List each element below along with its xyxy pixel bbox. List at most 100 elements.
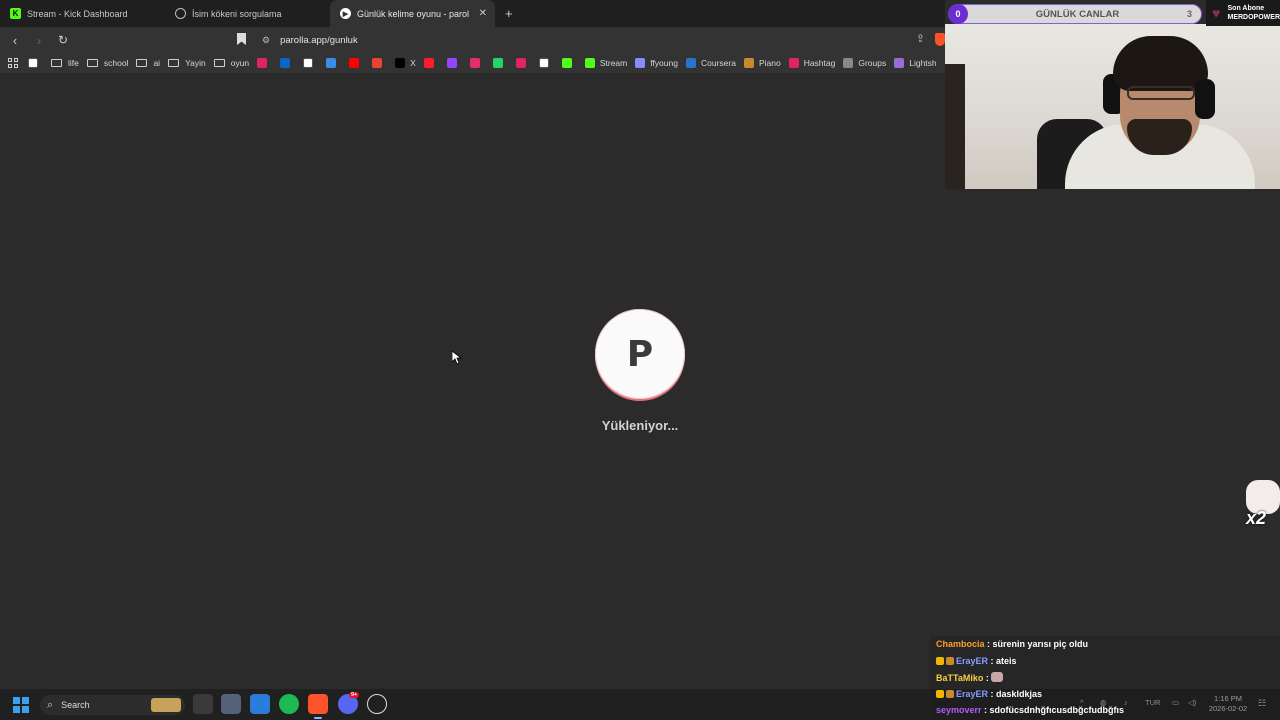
bookmark-item[interactable]: X [395, 58, 416, 68]
sub-name: MERDOPOWER [1227, 14, 1280, 21]
brave-browser-icon[interactable] [308, 694, 328, 714]
edge-icon [326, 58, 337, 68]
loading-text: Yükleniyor... [601, 418, 679, 433]
new-tab-button[interactable]: + [505, 6, 513, 21]
emote-icon [991, 672, 1004, 682]
taskbar-search[interactable]: ⌕ Search [40, 695, 185, 715]
close-tab-icon[interactable]: ✕ [479, 8, 487, 19]
search-highlight-icon [151, 698, 181, 712]
url-text: parolla.app/gunluk [280, 34, 358, 46]
bookmark-item[interactable]: Coursera [685, 58, 736, 68]
tab-parolla[interactable]: ▶ Günlük kelime oyunu - parolla - ✕ [330, 0, 495, 27]
folder-icon [168, 59, 180, 67]
bookmark-label: Piano [758, 58, 781, 68]
chat-username: ErayER [956, 688, 989, 699]
bookmark-icon[interactable] [237, 33, 246, 45]
twitch-icon [446, 58, 457, 68]
webcam-person-hair [1113, 36, 1208, 91]
bookmark-item[interactable] [28, 58, 43, 68]
apps-grid-icon[interactable] [8, 58, 18, 68]
badge-icon [936, 689, 944, 698]
back-button[interactable]: ‹ [5, 30, 25, 50]
chat-message: BaTTaMiko : [936, 672, 1004, 683]
bookmark-item[interactable]: oyun [213, 58, 249, 68]
heart-icon: ♥ [1212, 5, 1221, 21]
bookmark-item[interactable]: ai [136, 58, 160, 68]
bookmark-item[interactable]: Piano [743, 58, 781, 68]
emote-multiplier: x2 [1246, 508, 1267, 528]
bookmark-label: Hashtag [803, 58, 836, 68]
bookmark-item[interactable]: school [86, 58, 128, 68]
kick-icon [584, 58, 595, 68]
bookmark-item[interactable]: Yayin [168, 58, 206, 68]
address-bar[interactable]: ⚙ parolla.app/gunluk [258, 30, 928, 50]
coursera-icon [685, 58, 696, 68]
active-app-indicator [314, 717, 322, 719]
bookmark-item[interactable] [561, 58, 577, 68]
bookmark-item[interactable] [515, 58, 531, 68]
goal-current: 0 [948, 4, 968, 24]
bookmark-label: ai [153, 58, 161, 68]
bookmark-item[interactable] [469, 58, 485, 68]
link-icon [843, 58, 854, 68]
parolla-icon: ▶ [340, 8, 351, 19]
bookmark-item[interactable] [349, 58, 364, 68]
goal-title: GÜNLÜK CANLAR [1035, 8, 1120, 20]
webcam-feed [945, 24, 1280, 189]
brave-icon[interactable] [935, 33, 945, 46]
youtube-icon [349, 58, 360, 68]
chat-message: seymoverr : sdofücsdnhğfıcusdbğcfudbğfıs [936, 705, 1124, 715]
chat-message: ErayER : daskldkjas [936, 689, 1042, 699]
app-icon[interactable] [221, 694, 241, 714]
google-icon [28, 58, 38, 68]
bookmark-label: Yayin [185, 58, 206, 68]
piano-icon [743, 58, 754, 68]
bookmark-item[interactable]: life [51, 58, 79, 68]
bookmark-label: Stream [599, 58, 628, 68]
spotify-icon[interactable] [279, 694, 299, 714]
bookmark-item[interactable] [280, 58, 295, 68]
bookmark-item[interactable] [423, 58, 439, 68]
tab-isim-kokeni[interactable]: İsim kökeni sorgulama [165, 0, 330, 27]
tab-bar: K Stream - Kick Dashboard İsim kökeni so… [0, 0, 945, 27]
folder-icon [136, 59, 148, 67]
bookmark-item[interactable] [257, 58, 272, 68]
bookmark-label: Groups [858, 58, 887, 68]
bookmark-item[interactable]: Stream [584, 58, 628, 68]
glasses-icon [1127, 86, 1195, 100]
chat-message: Chambocia : sürenin yarısı piç oldu [936, 639, 1088, 649]
parolla-logo: P [595, 309, 685, 399]
bookmark-item[interactable] [326, 58, 341, 68]
kick-icon [561, 58, 572, 68]
bookmark-item[interactable] [372, 58, 387, 68]
bookmark-item[interactable]: ffyoung [635, 58, 678, 68]
chat-separator: : [981, 705, 990, 715]
forward-button[interactable]: › [29, 30, 49, 50]
chat-username: BaTTaMiko [936, 673, 984, 683]
file-explorer-icon[interactable] [193, 694, 213, 714]
chat-username: seymoverr [936, 705, 982, 715]
bookmark-item[interactable] [446, 58, 462, 68]
bookmark-item[interactable] [492, 58, 508, 68]
bookmark-item[interactable]: Groups [843, 58, 886, 68]
store-icon[interactable] [250, 694, 270, 714]
bookmark-item[interactable]: Lightsh [894, 58, 937, 68]
search-icon: ⌕ [47, 698, 54, 711]
bookmark-item[interactable] [303, 58, 318, 68]
discord-badge: 9+ [349, 692, 360, 698]
site-settings-icon[interactable]: ⚙ [262, 35, 270, 46]
tab-kick-dashboard[interactable]: K Stream - Kick Dashboard [0, 0, 165, 27]
obs-icon[interactable] [367, 694, 387, 714]
red-icon [257, 58, 268, 68]
badge-icon [936, 656, 944, 665]
bookmark-item[interactable] [538, 58, 554, 68]
chat-username: Chambocia [936, 639, 985, 649]
chat-username: ErayER [956, 655, 989, 666]
reload-button[interactable]: ↻ [53, 30, 73, 50]
bookmark-item[interactable]: Hashtag [788, 58, 836, 68]
bookmark-label: Coursera [700, 58, 736, 68]
chat-separator: : [988, 655, 997, 666]
windows-start-icon[interactable] [13, 697, 29, 713]
cat-emote: x2 [1242, 478, 1280, 530]
share-icon[interactable]: ⇪ [916, 32, 925, 45]
